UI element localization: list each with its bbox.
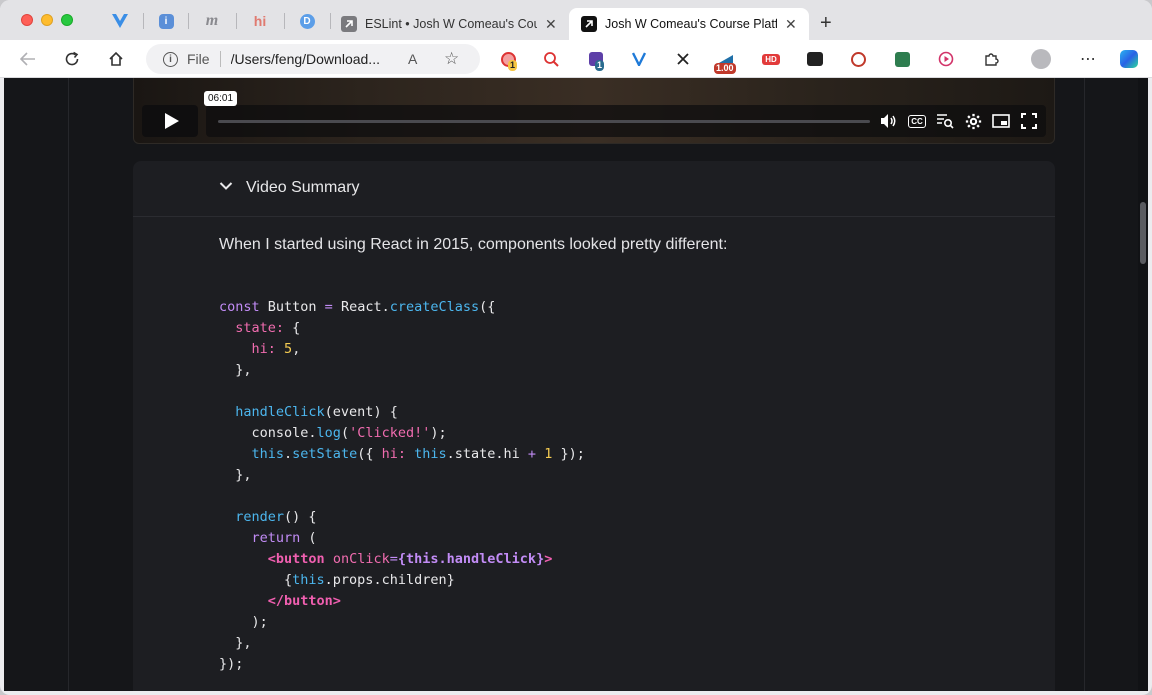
video-summary-toggle[interactable]: Video Summary xyxy=(133,161,1055,217)
code-line-15: </button> xyxy=(267,593,341,609)
code-line-9: }, xyxy=(219,467,252,483)
code-line-11: render() { xyxy=(235,509,317,525)
code-line-7: console.log('Clicked!'); xyxy=(219,425,447,441)
code-line-18: }); xyxy=(219,656,244,672)
code-line-3: hi: 5, xyxy=(251,341,301,357)
video-player[interactable]: CC 06:01 xyxy=(133,78,1055,144)
scrollbar-thumb[interactable] xyxy=(1140,202,1146,264)
video-summary-heading: Video Summary xyxy=(246,179,360,196)
arrow-box-icon xyxy=(581,16,597,32)
zoom-window-button[interactable] xyxy=(61,14,73,26)
extension-play-icon[interactable] xyxy=(936,49,956,69)
extension-puzzle-purple-icon[interactable]: 1 xyxy=(586,49,606,71)
pinned-tab-hi-icon[interactable]: hi xyxy=(252,13,268,29)
tab-eslint[interactable]: ESLint • Josh W Comeau's Course Platform… xyxy=(341,8,569,40)
back-arrow-icon[interactable] xyxy=(17,48,39,70)
time-tooltip: 06:01 xyxy=(204,91,238,106)
content-rail-right xyxy=(1084,78,1085,691)
home-icon[interactable] xyxy=(105,48,127,70)
extension-badge: 1 xyxy=(508,60,518,71)
tab-divider xyxy=(143,13,144,29)
extension-record-icon[interactable]: 1 xyxy=(498,49,518,71)
tab-title: ESLint • Josh W Comeau's Course Platform xyxy=(365,17,537,31)
video-controls: CC 06:01 xyxy=(142,91,1046,137)
address-divider xyxy=(219,51,221,67)
code-line-12: return ( xyxy=(251,530,317,546)
pinned-tab-vue-icon[interactable] xyxy=(112,13,128,29)
tab-title: Josh W Comeau's Course Platform xyxy=(605,17,777,31)
tab-divider xyxy=(330,13,331,29)
read-aloud-icon[interactable]: A xyxy=(408,51,417,67)
minimize-window-button[interactable] xyxy=(41,14,53,26)
extension-hd-icon[interactable]: HD xyxy=(761,49,781,69)
extension-search-icon[interactable] xyxy=(541,49,561,69)
extension-arrows-icon[interactable] xyxy=(673,49,693,69)
volume-icon[interactable] xyxy=(878,111,900,131)
tab-close-icon[interactable]: ✕ xyxy=(545,16,557,33)
play-button[interactable] xyxy=(142,105,198,137)
fullscreen-icon[interactable] xyxy=(1018,111,1040,131)
close-window-button[interactable] xyxy=(21,14,33,26)
favorite-star-icon[interactable]: ☆ xyxy=(444,49,459,69)
code-line-17: }, xyxy=(219,635,252,651)
tab-divider xyxy=(188,13,189,29)
video-control-bar: CC xyxy=(206,105,1046,137)
page-content: CC 06:01 Video Summary When I started us… xyxy=(4,78,1148,691)
playback-speed-badge: 1.00 xyxy=(714,63,736,74)
extension-speed-icon[interactable]: 1.00 xyxy=(714,49,736,74)
picture-in-picture-icon[interactable] xyxy=(990,111,1012,131)
address-url[interactable]: /Users/feng/Download... xyxy=(231,51,391,67)
browser-window: i m hi D ESLint • Josh W Comeau's Course… xyxy=(0,0,1152,695)
code-line-13: <button onClick={this.handleClick}> xyxy=(267,551,553,567)
extensions-puzzle-icon[interactable] xyxy=(981,49,1001,69)
tab-close-icon[interactable]: ✕ xyxy=(785,16,797,33)
summary-intro-text: When I started using React in 2015, comp… xyxy=(219,236,728,253)
code-line-8: this.setState({ hi: this.state.hi + 1 })… xyxy=(251,446,585,462)
new-tab-button[interactable]: + xyxy=(820,12,832,35)
transcript-search-icon[interactable] xyxy=(934,111,956,131)
arrow-box-icon xyxy=(341,16,357,32)
address-scheme-label: File xyxy=(187,51,210,67)
extension-badge: 1 xyxy=(595,60,605,71)
tab-course-platform[interactable]: Josh W Comeau's Course Platform ✕ xyxy=(569,8,809,40)
code-line-16: ); xyxy=(219,614,268,630)
tab-divider xyxy=(236,13,237,29)
reload-icon[interactable] xyxy=(61,48,83,70)
copilot-icon[interactable] xyxy=(1119,49,1139,69)
tab-strip: i m hi D ESLint • Josh W Comeau's Course… xyxy=(0,0,1152,40)
extension-download-icon[interactable] xyxy=(892,49,912,69)
browser-toolbar: i File /Users/feng/Download... A ☆ 1 1 1… xyxy=(0,40,1152,78)
extension-v-icon[interactable] xyxy=(629,49,649,69)
content-rail-left xyxy=(68,78,69,691)
code-line-4: }, xyxy=(219,362,252,378)
extension-camera-icon[interactable] xyxy=(848,49,868,69)
code-line-2: state: { xyxy=(235,320,301,336)
code-line-1: const Button = React.createClass({ xyxy=(219,299,496,315)
video-summary-panel: Video Summary When I started using React… xyxy=(133,161,1055,691)
pinned-tab-medium-icon[interactable]: m xyxy=(204,12,220,29)
page-scrollbar[interactable] xyxy=(1138,78,1148,691)
address-bar[interactable]: i File /Users/feng/Download... A ☆ xyxy=(146,44,480,74)
tab-divider xyxy=(284,13,285,29)
more-menu-icon[interactable]: ⋯ xyxy=(1078,49,1098,69)
settings-gear-icon[interactable] xyxy=(962,111,984,131)
extension-cat-icon[interactable] xyxy=(805,49,825,69)
pinned-tab-d-icon[interactable]: D xyxy=(299,13,315,29)
pinned-tab-info-icon[interactable]: i xyxy=(158,13,174,29)
profile-avatar-icon[interactable] xyxy=(1031,49,1051,69)
progress-track[interactable] xyxy=(218,120,870,123)
code-line-6: handleClick(event) { xyxy=(235,404,398,420)
chevron-down-icon xyxy=(219,182,233,190)
play-icon xyxy=(164,113,179,129)
captions-icon[interactable]: CC xyxy=(906,111,928,131)
code-block: const Button = React.createClass({ state… xyxy=(219,297,585,675)
code-line-14: {this.props.children} xyxy=(219,572,455,588)
info-icon[interactable]: i xyxy=(163,51,178,67)
